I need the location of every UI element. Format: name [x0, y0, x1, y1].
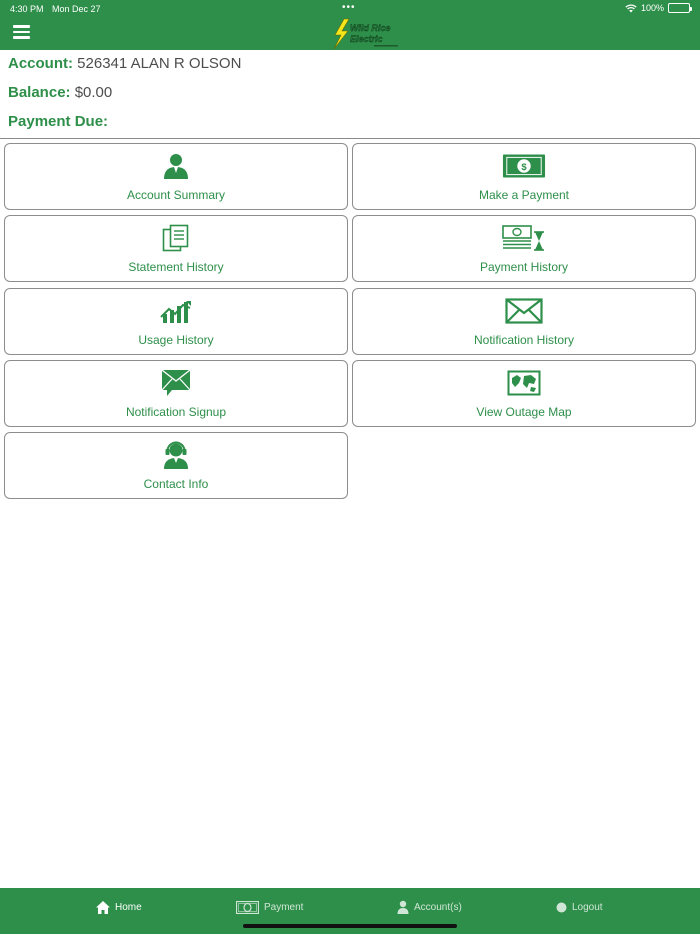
envelope-chat-icon [154, 368, 198, 398]
nav-logout[interactable]: Logout [556, 898, 603, 916]
home-indicator[interactable] [243, 924, 457, 928]
notification-history-button[interactable]: Notification History [352, 288, 696, 355]
nav-payment[interactable]: Payment [236, 898, 303, 916]
battery-icon [668, 3, 692, 13]
nav-home-label: Home [115, 901, 142, 913]
multitask-dots-icon[interactable]: ••• [342, 2, 356, 13]
tile-label: Statement History [128, 260, 224, 274]
map-icon [502, 368, 546, 398]
tile-label: Account Summary [126, 188, 226, 202]
balance-value: $0.00 [74, 84, 113, 101]
tile-label: Contact Info [143, 477, 209, 491]
account-row: Account: 526341 ALAN R OLSON [8, 56, 698, 85]
nav-accounts-label: Account(s) [414, 901, 462, 913]
person-icon [154, 151, 198, 181]
tile-label: Notification History [473, 333, 575, 347]
documents-icon [154, 223, 198, 253]
menu-icon[interactable] [13, 25, 30, 39]
logout-icon [556, 902, 567, 912]
status-right: 100% [625, 3, 692, 13]
payment-due-label: Payment Due: [8, 113, 109, 130]
tile-label: Usage History [138, 333, 214, 347]
account-label: Account: [8, 55, 73, 72]
top-bar: 4:30 PM Mon Dec 27 ••• 100% Wild Rice El… [0, 0, 700, 50]
view-outage-map-button[interactable]: View Outage Map [352, 360, 696, 427]
usage-history-button[interactable]: Usage History [4, 288, 348, 355]
wifi-icon [625, 3, 637, 12]
cash-stack-hourglass-icon [502, 223, 546, 253]
envelope-icon [502, 296, 546, 326]
status-date: Mon Dec 27 [52, 4, 101, 14]
svg-text:$: $ [521, 162, 527, 173]
home-icon [96, 900, 110, 914]
payment-history-button[interactable]: Payment History [352, 215, 696, 282]
person-icon [397, 900, 409, 914]
chart-trend-icon [154, 296, 198, 326]
nav-accounts[interactable]: Account(s) [397, 898, 462, 916]
svg-text:Wild Rice: Wild Rice [350, 23, 390, 33]
balance-label: Balance: [8, 84, 71, 101]
divider [0, 138, 700, 139]
support-agent-icon [154, 440, 198, 470]
tile-label: View Outage Map [476, 405, 572, 419]
cash-icon: $ [502, 151, 546, 181]
battery-percent: 100% [640, 3, 664, 13]
balance-row: Balance: $0.00 [8, 85, 698, 114]
nav-home[interactable]: Home [96, 898, 142, 916]
account-value: 526341 ALAN R OLSON [77, 55, 242, 72]
cash-icon [236, 900, 259, 914]
nav-payment-label: Payment [264, 901, 304, 913]
make-payment-button[interactable]: $ Make a Payment [352, 143, 696, 210]
account-summary-button[interactable]: Account Summary [4, 143, 348, 210]
notification-signup-button[interactable]: Notification Signup [4, 360, 348, 427]
svg-text:Electric: Electric [350, 34, 383, 44]
status-bar: 4:30 PM Mon Dec 27 ••• 100% [0, 0, 700, 18]
statement-history-button[interactable]: Statement History [4, 215, 348, 282]
tile-label: Payment History [479, 260, 569, 274]
contact-info-button[interactable]: Contact Info [4, 432, 348, 499]
status-time: 4:30 PM [10, 4, 44, 14]
tile-label: Make a Payment [478, 188, 570, 202]
account-info: Account: 526341 ALAN R OLSON Balance: $0… [8, 56, 698, 143]
tile-label: Notification Signup [125, 405, 227, 419]
nav-logout-label: Logout [572, 901, 603, 913]
company-logo: Wild Rice Electric [333, 18, 398, 50]
